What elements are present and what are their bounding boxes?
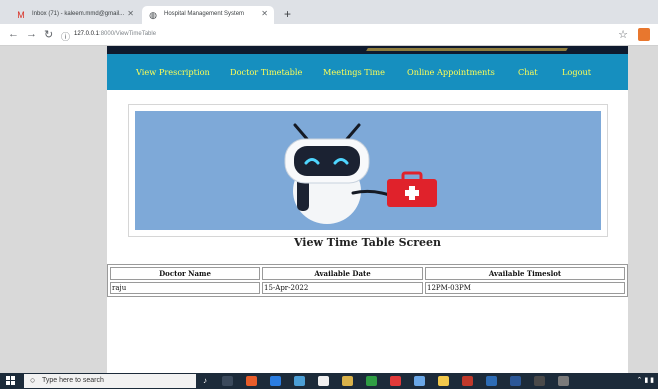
cell-doctor-name: raju <box>110 282 260 294</box>
header-banner <box>107 46 628 54</box>
main-menu: View Prescription Doctor Timetable Meeti… <box>107 54 628 90</box>
url-path: :8000/ViewTimeTable <box>99 31 157 37</box>
cell-available-date: 15-Apr-2022 <box>262 282 423 294</box>
column-header-available-timeslot: Available Timeslot <box>425 267 625 280</box>
menu-view-prescription[interactable]: View Prescription <box>136 67 210 77</box>
table-header-row: Doctor Name Available Date Available Tim… <box>110 267 625 280</box>
taskbar-app-icon[interactable] <box>534 376 545 386</box>
web-viewport: View Prescription Doctor Timetable Meeti… <box>0 46 658 373</box>
taskbar-app-icon[interactable] <box>462 376 473 386</box>
menu-meetings-time[interactable]: Meetings Time <box>323 67 385 77</box>
tab-inbox[interactable]: M Inbox (71) - kaleem.mmd@gmail... ✕ <box>10 6 140 24</box>
menu-online-appointments[interactable]: Online Appointments <box>407 67 495 77</box>
menu-logout[interactable]: Logout <box>562 67 591 77</box>
chrome-icon[interactable] <box>366 376 377 386</box>
task-view-icon[interactable] <box>222 376 233 386</box>
extension-icon[interactable] <box>638 28 650 41</box>
taskbar-app-icon[interactable] <box>414 376 425 386</box>
taskbar-app-icon[interactable] <box>486 376 497 386</box>
tab-label: Hospital Management System <box>164 11 245 17</box>
timetable-table: Doctor Name Available Date Available Tim… <box>107 264 628 297</box>
url-host: 127.0.0.1 <box>74 31 100 37</box>
taskbar-app-icon[interactable] <box>558 376 569 386</box>
cell-available-timeslot: 12PM-03PM <box>425 282 625 294</box>
info-icon[interactable]: ⓘ <box>61 30 70 43</box>
search-placeholder: Type here to search <box>42 377 104 384</box>
windows-start-icon[interactable] <box>6 376 16 386</box>
tab-label: Inbox (71) - kaleem.mmd@gmail... <box>32 11 125 17</box>
taskbar-app-icon[interactable] <box>390 376 401 386</box>
address-bar: ← → ↻ ⓘ 127.0.0.1:8000/ViewTimeTable ☆ <box>0 24 658 46</box>
tab-hospital[interactable]: ◍ Hospital Management System ✕ <box>142 6 274 24</box>
reload-icon[interactable]: ↻ <box>44 28 53 41</box>
system-tray[interactable]: ⌃ ▮ ▮ <box>637 376 654 384</box>
robot-illustration-svg <box>284 123 437 224</box>
taskbar-app-icon[interactable] <box>510 376 521 386</box>
bookmark-star-icon[interactable]: ☆ <box>618 28 628 41</box>
back-icon[interactable]: ← <box>8 28 19 40</box>
microphone-icon[interactable]: ♪ <box>203 376 214 386</box>
search-icon: ○ <box>30 375 36 385</box>
hero-image-frame <box>128 104 608 237</box>
taskbar-app-icon[interactable] <box>270 376 281 386</box>
close-tab-icon[interactable]: ✕ <box>127 9 134 18</box>
url-field[interactable]: 127.0.0.1:8000/ViewTimeTable <box>74 31 156 37</box>
page-title: View Time Table Screen <box>293 236 442 249</box>
new-tab-button[interactable]: + <box>284 7 291 21</box>
taskbar-app-icon[interactable] <box>318 376 329 386</box>
table-row: raju 15-Apr-2022 12PM-03PM <box>110 282 625 294</box>
taskbar-search-box[interactable]: ○ Type here to search <box>24 374 196 388</box>
taskbar-app-icon[interactable] <box>246 376 257 386</box>
taskbar-app-icon[interactable] <box>438 376 449 386</box>
taskbar-app-icon[interactable] <box>294 376 305 386</box>
windows-taskbar: ○ Type here to search ♪ ⌃ ▮ ▮ <box>0 373 658 389</box>
browser-tab-strip: M Inbox (71) - kaleem.mmd@gmail... ✕ ◍ H… <box>0 0 658 24</box>
globe-icon: ◍ <box>149 10 157 20</box>
menu-chat[interactable]: Chat <box>518 67 538 77</box>
taskbar-app-icon[interactable] <box>342 376 353 386</box>
menu-doctor-timetable[interactable]: Doctor Timetable <box>230 67 302 77</box>
column-header-doctor-name: Doctor Name <box>110 267 260 280</box>
robot-medkit-illustration <box>135 111 601 230</box>
forward-icon[interactable]: → <box>26 28 37 40</box>
banner-streak <box>366 48 568 51</box>
page-content: View Prescription Doctor Timetable Meeti… <box>107 46 628 373</box>
column-header-available-date: Available Date <box>262 267 423 280</box>
gmail-icon: M <box>17 10 25 20</box>
close-tab-icon[interactable]: ✕ <box>261 9 268 18</box>
